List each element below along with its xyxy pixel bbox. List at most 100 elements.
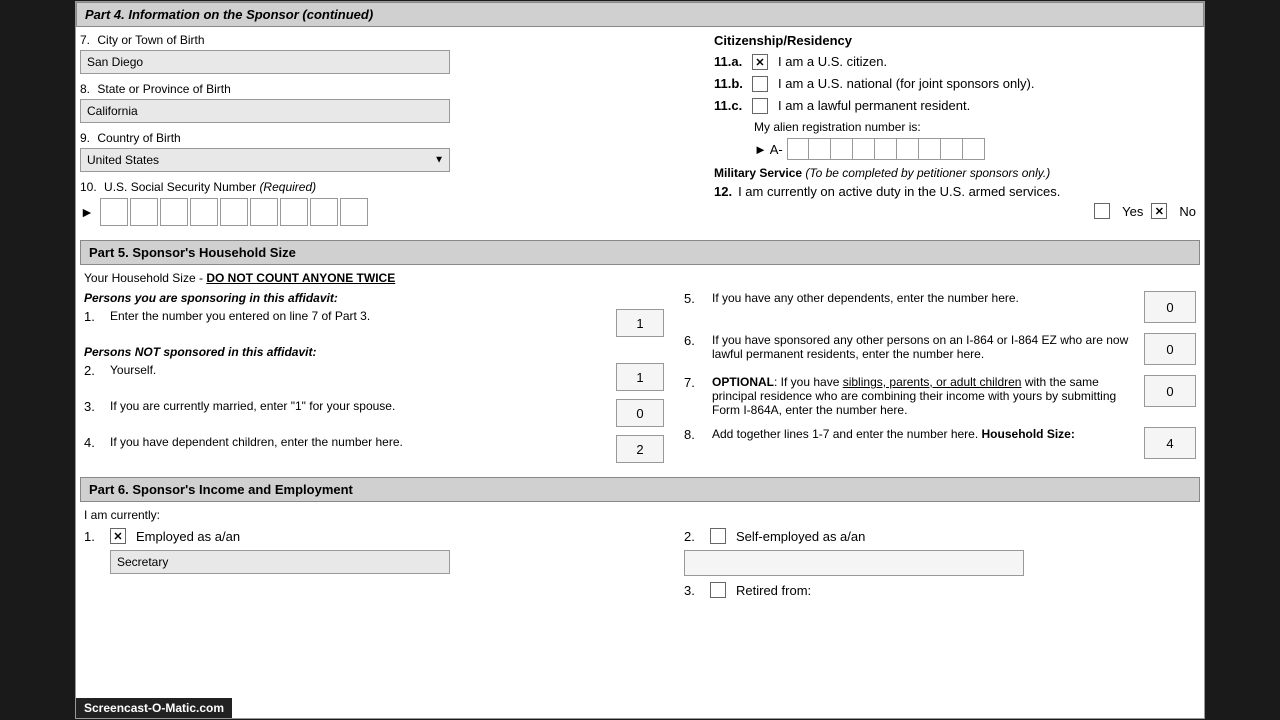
field7-row: 7. City or Town of Birth xyxy=(80,33,700,74)
country-label: Country of Birth xyxy=(97,131,180,145)
field9-row: 9. Country of Birth United States xyxy=(80,131,700,172)
self-employed-input[interactable] xyxy=(684,550,1024,576)
military-yes-checkbox[interactable] xyxy=(1094,203,1110,219)
household-intro-text: Your Household Size - xyxy=(84,271,203,285)
ssn-required: (Required) xyxy=(259,180,316,194)
p5-item-4: 4. If you have dependent children, enter… xyxy=(84,435,664,463)
p5-item-3: 3. If you are currently married, enter "… xyxy=(84,399,664,427)
form-container: Part 4. Information on the Sponsor (cont… xyxy=(75,1,1205,719)
country-select-wrapper: United States xyxy=(80,148,450,172)
field8-row: 8. State or Province of Birth xyxy=(80,82,700,123)
cit-11c-label: 11.c. xyxy=(714,98,746,113)
cit-11b-text: I am a U.S. national (for joint sponsors… xyxy=(778,76,1035,91)
military-service-label: Military Service xyxy=(714,166,805,180)
alien-boxes xyxy=(787,138,985,160)
military-note: (To be completed by petitioner sponsors … xyxy=(805,166,1050,180)
cit-11c-checkbox[interactable] xyxy=(752,98,768,114)
p5-item-7: 7. OPTIONAL: If you have siblings, paren… xyxy=(684,375,1196,417)
yes-label: Yes xyxy=(1122,204,1143,219)
field12-num: 12. xyxy=(714,184,732,199)
cit-11c-text: I am a lawful permanent resident. xyxy=(778,98,970,113)
part5-header-text: Part 5. Sponsor's Household Size xyxy=(89,245,296,260)
p5-val-8[interactable]: 4 xyxy=(1144,427,1196,459)
p5-val-2[interactable]: 1 xyxy=(616,363,664,391)
part4-header: Part 4. Information on the Sponsor (cont… xyxy=(76,2,1204,27)
p6-num-1: 1. xyxy=(84,529,104,544)
retired-checkbox[interactable] xyxy=(710,582,726,598)
p5-val-3[interactable]: 0 xyxy=(616,399,664,427)
ssn-box-4[interactable] xyxy=(190,198,218,226)
self-employed-checkbox[interactable] xyxy=(710,528,726,544)
military-no-checkbox[interactable]: ✕ xyxy=(1151,203,1167,219)
cit-11c-row: 11.c. I am a lawful permanent resident. xyxy=(714,98,1196,114)
ssn-box-9[interactable] xyxy=(340,198,368,226)
ssn-box-8[interactable] xyxy=(310,198,338,226)
citizenship-header: Citizenship/Residency xyxy=(714,33,1196,48)
p5-item-8: 8. Add together lines 1-7 and enter the … xyxy=(684,427,1196,459)
p5-val-4[interactable]: 2 xyxy=(616,435,664,463)
ssn-box-5[interactable] xyxy=(220,198,248,226)
field12-row: 12. I am currently on active duty in the… xyxy=(714,184,1196,199)
employed-input[interactable] xyxy=(110,550,450,574)
state-label: State or Province of Birth xyxy=(97,82,230,96)
p6-item-3: 3. Retired from: xyxy=(684,582,1196,598)
alien-row: ► A- xyxy=(754,138,1196,160)
retired-label: Retired from: xyxy=(736,583,811,598)
field8-num: 8. xyxy=(80,82,90,96)
field9-num: 9. xyxy=(80,131,90,145)
persons-sponsoring-label: Persons you are sponsoring in this affid… xyxy=(84,291,664,305)
self-employed-label: Self-employed as a/an xyxy=(736,529,865,544)
part6-header: Part 6. Sponsor's Income and Employment xyxy=(80,477,1200,502)
p5-val-1[interactable]: 1 xyxy=(616,309,664,337)
ssn-box-6[interactable] xyxy=(250,198,278,226)
alien-box-9[interactable] xyxy=(963,138,985,160)
household-size-intro: Your Household Size - DO NOT COUNT ANYON… xyxy=(84,271,1196,285)
p5-item-1: 1. Enter the number you entered on line … xyxy=(84,309,664,337)
alien-box-1[interactable] xyxy=(787,138,809,160)
p5-val-6[interactable]: 0 xyxy=(1144,333,1196,365)
alien-box-8[interactable] xyxy=(941,138,963,160)
p5-item-6: 6. If you have sponsored any other perso… xyxy=(684,333,1196,365)
cit-11a-checkbox[interactable]: ✕ xyxy=(752,54,768,70)
part6-header-text: Part 6. Sponsor's Income and Employment xyxy=(89,482,353,497)
city-label: City or Town of Birth xyxy=(97,33,204,47)
part4-header-text: Part 4. Information on the Sponsor (cont… xyxy=(85,7,373,22)
cit-11b-checkbox[interactable] xyxy=(752,76,768,92)
military-section: Military Service (To be completed by pet… xyxy=(714,166,1196,219)
p5-val-7[interactable]: 0 xyxy=(1144,375,1196,407)
alien-box-6[interactable] xyxy=(897,138,919,160)
field10-num: 10. xyxy=(80,180,97,194)
alien-box-2[interactable] xyxy=(809,138,831,160)
employed-label: Employed as a/an xyxy=(136,529,240,544)
ssn-boxes xyxy=(100,198,368,226)
country-select[interactable]: United States xyxy=(80,148,450,172)
no-label: No xyxy=(1179,204,1196,219)
p5-val-5[interactable]: 0 xyxy=(1144,291,1196,323)
alien-box-3[interactable] xyxy=(831,138,853,160)
ssn-box-3[interactable] xyxy=(160,198,188,226)
p6-item-2: 2. Self-employed as a/an xyxy=(684,528,1196,544)
field10-row: 10. U.S. Social Security Number (Require… xyxy=(80,180,700,226)
state-input[interactable] xyxy=(80,99,450,123)
cit-11a-label: 11.a. xyxy=(714,54,746,69)
military-yn-row: Yes ✕ No xyxy=(714,203,1196,219)
ssn-label: U.S. Social Security Number xyxy=(104,180,256,194)
cit-11b-row: 11.b. I am a U.S. national (for joint sp… xyxy=(714,76,1196,92)
employed-checkbox[interactable]: ✕ xyxy=(110,528,126,544)
p5-item-2: 2. Yourself. 1 xyxy=(84,363,664,391)
city-input[interactable] xyxy=(80,50,450,74)
alien-box-4[interactable] xyxy=(853,138,875,160)
ssn-row: ► xyxy=(80,198,700,226)
alien-box-7[interactable] xyxy=(919,138,941,160)
military-text: I am currently on active duty in the U.S… xyxy=(738,184,1060,199)
p6-num-2: 2. xyxy=(684,529,704,544)
ssn-box-1[interactable] xyxy=(100,198,128,226)
alien-box-5[interactable] xyxy=(875,138,897,160)
employed-input-row xyxy=(84,550,664,574)
alien-label: My alien registration number is: xyxy=(754,120,1196,134)
cit-11b-label: 11.b. xyxy=(714,76,746,91)
cit-11a-text: I am a U.S. citizen. xyxy=(778,54,887,69)
ssn-box-2[interactable] xyxy=(130,198,158,226)
field7-num: 7. xyxy=(80,33,90,47)
ssn-box-7[interactable] xyxy=(280,198,308,226)
